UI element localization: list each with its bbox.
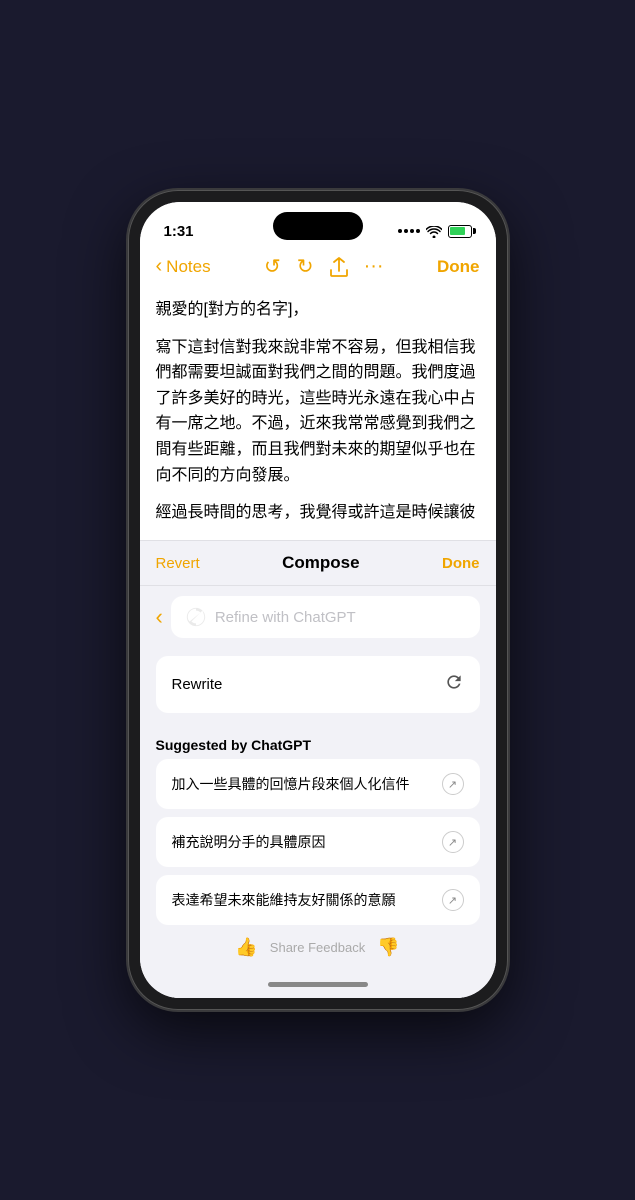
- dynamic-island: [273, 212, 363, 240]
- chatgpt-icon: [185, 606, 207, 628]
- thumbs-down-icon[interactable]: 👎: [377, 937, 399, 958]
- phone-frame: 1:31: [128, 190, 508, 1010]
- search-bar-row: ‹ Refine with ChatGPT: [140, 586, 496, 648]
- search-bar[interactable]: Refine with ChatGPT: [171, 596, 480, 638]
- arrow-icon-2: ↗: [442, 889, 464, 911]
- more-icon[interactable]: ···: [364, 255, 384, 278]
- compose-title: Compose: [282, 553, 359, 573]
- suggested-item-1[interactable]: 補充說明分手的具體原因 ↗: [156, 817, 480, 867]
- phone-screen: 1:31: [140, 202, 496, 998]
- back-label: Notes: [166, 257, 210, 277]
- rewrite-label: Rewrite: [172, 676, 223, 693]
- compose-panel: Revert Compose Done ‹ Refine with ChatGP…: [140, 540, 496, 998]
- note-greeting: 親愛的[對方的名字]，: [156, 297, 480, 323]
- suggested-list: 加入一些具體的回憶片段來個人化信件 ↗ 補充說明分手的具體原因 ↗ 表達希望未來…: [140, 759, 496, 925]
- status-right: [398, 225, 472, 238]
- options-list: Rewrite: [140, 648, 496, 729]
- status-time: 1:31: [164, 223, 194, 240]
- signal-icon: [398, 229, 420, 233]
- compose-done-button[interactable]: Done: [442, 555, 480, 572]
- note-content: 親愛的[對方的名字]， 寫下這封信對我來說非常不容易，但我相信我們都需要坦誠面對…: [140, 287, 496, 540]
- note-paragraph2: 經過長時間的思考，我覺得或許這是時候讓彼: [156, 500, 480, 526]
- suggested-item-2[interactable]: 表達希望未來能維持友好關係的意願 ↗: [156, 875, 480, 925]
- home-indicator: [140, 970, 496, 998]
- battery-fill: [450, 227, 465, 235]
- compose-header: Revert Compose Done: [140, 541, 496, 586]
- revert-button[interactable]: Revert: [156, 555, 200, 572]
- wifi-icon: [426, 225, 442, 237]
- rewrite-icon: [444, 672, 464, 697]
- nav-icons: ↺ ↻ ···: [264, 254, 384, 279]
- arrow-icon-0: ↗: [442, 773, 464, 795]
- suggested-header: Suggested by ChatGPT: [140, 729, 496, 759]
- battery-icon: [448, 225, 472, 238]
- note-paragraph1: 寫下這封信對我來說非常不容易，但我相信我們都需要坦誠面對我們之間的問題。我們度過…: [156, 335, 480, 489]
- suggested-text-2: 表達希望未來能維持友好關係的意願: [172, 890, 442, 910]
- thumbs-up-icon[interactable]: 👍: [235, 937, 257, 958]
- back-button[interactable]: ‹ Notes: [156, 255, 211, 278]
- nav-done-button[interactable]: Done: [437, 257, 480, 277]
- feedback-label: Share Feedback: [270, 940, 365, 955]
- suggested-text-0: 加入一些具體的回憶片段來個人化信件: [172, 774, 442, 794]
- arrow-icon-1: ↗: [442, 831, 464, 853]
- suggested-text-1: 補充說明分手的具體原因: [172, 832, 442, 852]
- redo-icon[interactable]: ↻: [297, 254, 314, 279]
- suggested-item-0[interactable]: 加入一些具體的回憶片段來個人化信件 ↗: [156, 759, 480, 809]
- search-placeholder: Refine with ChatGPT: [215, 609, 356, 626]
- home-bar: [268, 982, 368, 987]
- nav-bar: ‹ Notes ↺ ↻ ··· Done: [140, 246, 496, 287]
- feedback-row: 👍 Share Feedback 👎: [140, 925, 496, 970]
- search-back-button[interactable]: ‹: [156, 604, 163, 630]
- undo-icon[interactable]: ↺: [264, 254, 281, 279]
- rewrite-option[interactable]: Rewrite: [156, 656, 480, 713]
- share-icon[interactable]: [330, 257, 348, 277]
- chevron-left-icon: ‹: [156, 255, 163, 278]
